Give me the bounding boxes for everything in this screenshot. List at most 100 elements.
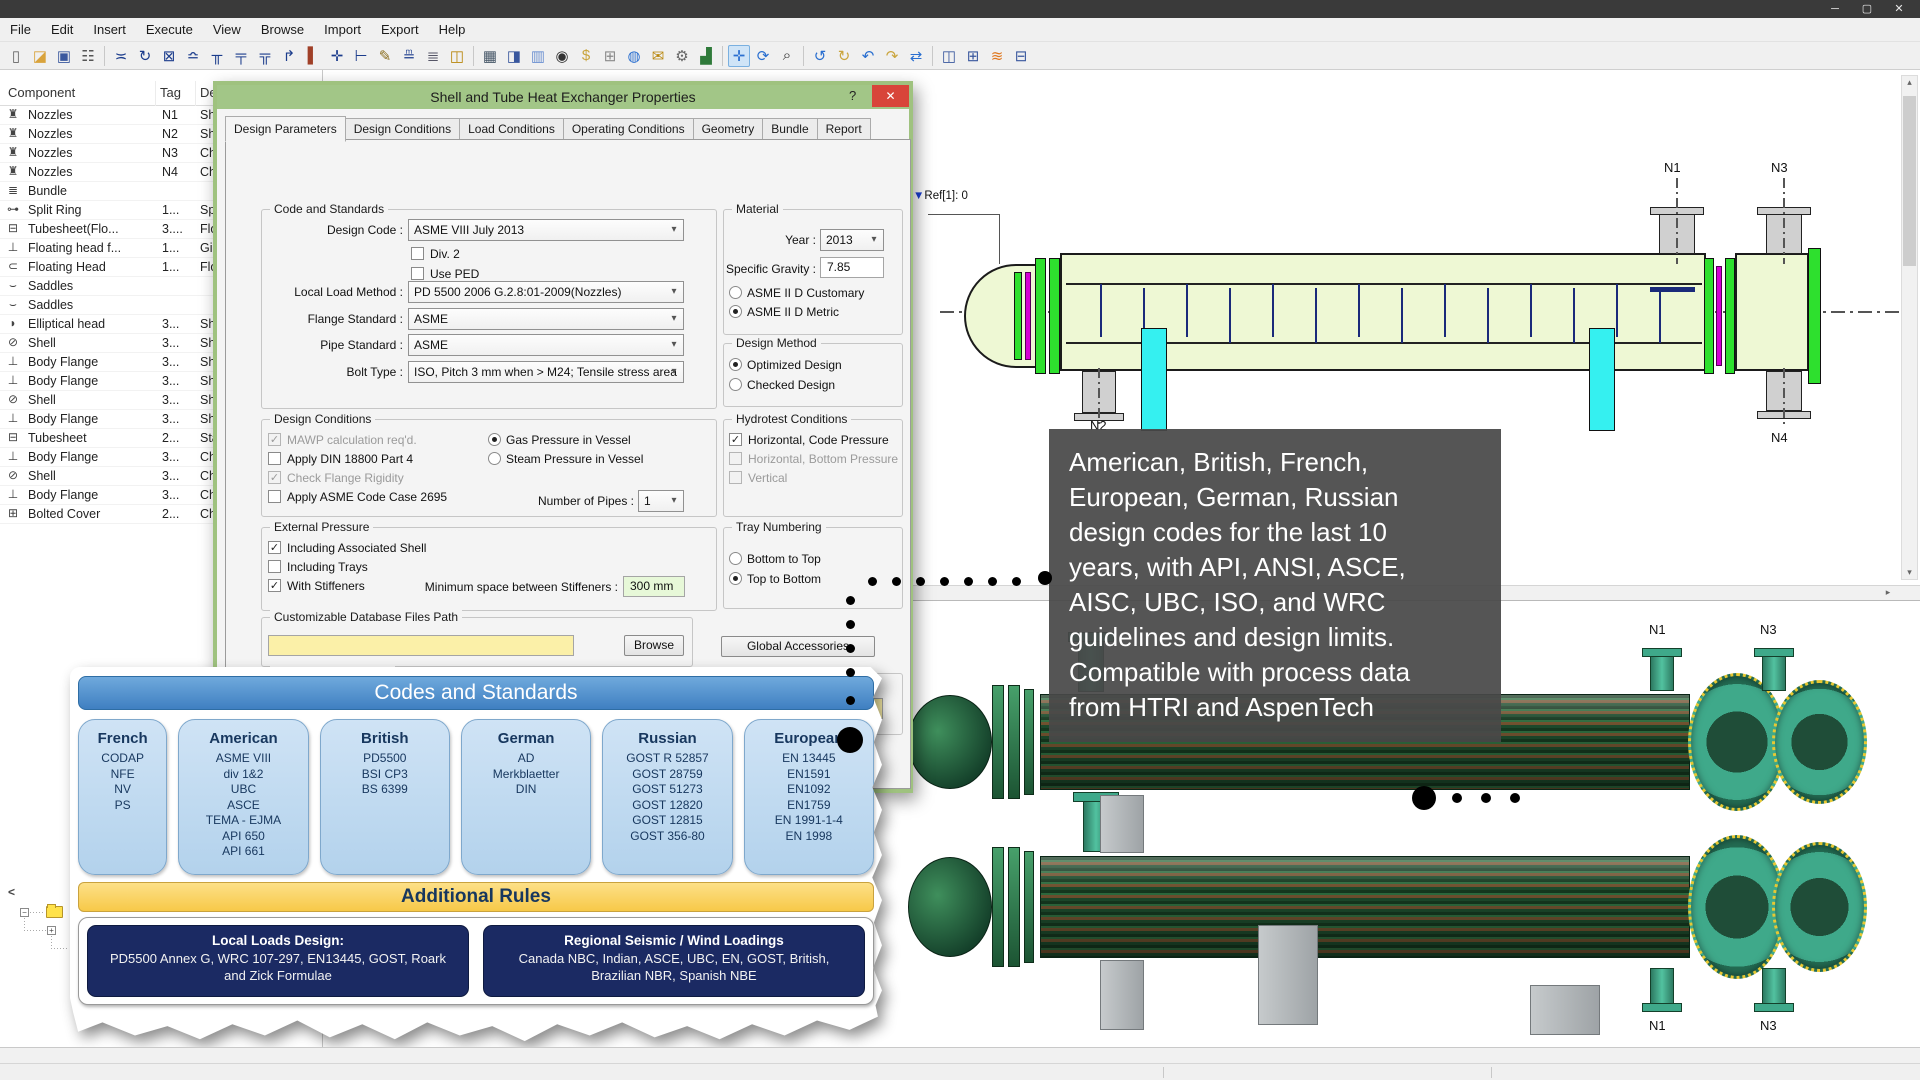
beam-tool-icon[interactable]: ≞ bbox=[398, 45, 420, 67]
menu-browse[interactable]: Browse bbox=[251, 18, 314, 41]
cost-tool-icon[interactable]: $ bbox=[575, 45, 597, 67]
datasheet-view-icon[interactable]: ◨ bbox=[503, 45, 525, 67]
column-tag[interactable]: Tag bbox=[160, 85, 181, 100]
rigid-checkbox[interactable]: ✓ bbox=[268, 471, 281, 484]
mawp-checkbox[interactable]: ✓ bbox=[268, 433, 281, 446]
refresh-view-icon[interactable]: ⟳ bbox=[752, 45, 774, 67]
menu-execute[interactable]: Execute bbox=[136, 18, 203, 41]
open-folder-icon[interactable]: ◪ bbox=[29, 45, 51, 67]
metric-radio[interactable] bbox=[729, 305, 742, 318]
dbpath-field[interactable] bbox=[268, 635, 574, 656]
dimension-tool-icon[interactable]: ⊢ bbox=[350, 45, 372, 67]
hydro-vert-checkbox[interactable] bbox=[729, 471, 742, 484]
stack-tool-icon[interactable]: ▌ bbox=[302, 45, 324, 67]
scroll-up-icon[interactable]: ▴ bbox=[1902, 77, 1917, 88]
gas-radio[interactable] bbox=[488, 433, 501, 446]
redo-icon[interactable]: ↻ bbox=[833, 45, 855, 67]
tree-collapse-icon[interactable]: − bbox=[20, 908, 29, 917]
print-icon[interactable]: ☷ bbox=[77, 45, 99, 67]
b2t-radio[interactable] bbox=[729, 552, 742, 565]
undo-icon[interactable]: ↺ bbox=[809, 45, 831, 67]
tree-scroll-left-icon[interactable]: < bbox=[8, 885, 15, 899]
t2b-radio[interactable] bbox=[729, 572, 742, 585]
tab-bundle[interactable]: Bundle bbox=[763, 118, 817, 140]
notes-tool-icon[interactable]: ✎ bbox=[374, 45, 396, 67]
hydro-code-checkbox[interactable]: ✓ bbox=[729, 433, 742, 446]
mail-icon[interactable]: ✉ bbox=[647, 45, 669, 67]
table-view-icon[interactable]: ▦ bbox=[479, 45, 501, 67]
column-component[interactable]: Component bbox=[8, 85, 75, 100]
menu-edit[interactable]: Edit bbox=[41, 18, 83, 41]
menu-view[interactable]: View bbox=[203, 18, 251, 41]
split-table-icon[interactable]: ◫ bbox=[938, 45, 960, 67]
copy-tool-icon[interactable]: ⊞ bbox=[599, 45, 621, 67]
minimize-button-icon[interactable]: ─ bbox=[1820, 0, 1850, 18]
rss-feed-icon[interactable]: ≋ bbox=[986, 45, 1008, 67]
cust-radio[interactable] bbox=[729, 286, 742, 299]
weld-tool-icon[interactable]: ≍ bbox=[110, 45, 132, 67]
pan-tool-icon[interactable]: ✛ bbox=[728, 45, 750, 67]
tree-expand-icon[interactable]: + bbox=[47, 926, 56, 935]
export-table-icon[interactable]: ⊟ bbox=[1010, 45, 1032, 67]
bolt-type-select[interactable]: ISO, Pitch 3 mm when > M24; Tensile stre… bbox=[408, 361, 684, 383]
inc-trays-checkbox[interactable] bbox=[268, 560, 281, 573]
help-web-icon[interactable]: ◍ bbox=[623, 45, 645, 67]
sync-icon[interactable]: ⇄ bbox=[905, 45, 927, 67]
cc2695-checkbox[interactable] bbox=[268, 490, 281, 503]
preview-eye-icon[interactable]: ◉ bbox=[551, 45, 573, 67]
tab-load-conditions[interactable]: Load Conditions bbox=[460, 118, 564, 140]
vertical-scrollbar[interactable]: ▴ ▾ bbox=[1901, 75, 1918, 580]
stiffeners-checkbox[interactable]: ✓ bbox=[268, 579, 281, 592]
chart-icon[interactable]: ▟ bbox=[695, 45, 717, 67]
design-code-select[interactable]: ASME VIII July 2013▾ bbox=[408, 219, 684, 241]
bottom-scrollbar[interactable] bbox=[0, 1047, 1920, 1063]
list-tool-icon[interactable]: ≣ bbox=[422, 45, 444, 67]
undo-all-icon[interactable]: ↶ bbox=[857, 45, 879, 67]
nozzle-tool-icon[interactable]: ╤ bbox=[230, 45, 252, 67]
tab-report[interactable]: Report bbox=[818, 118, 871, 140]
rotate-tool-icon[interactable]: ↻ bbox=[134, 45, 156, 67]
menu-export[interactable]: Export bbox=[371, 18, 429, 41]
menu-file[interactable]: File bbox=[0, 18, 41, 41]
menu-insert[interactable]: Insert bbox=[83, 18, 136, 41]
save-icon[interactable]: ▣ bbox=[53, 45, 75, 67]
scroll-down-icon[interactable]: ▾ bbox=[1902, 567, 1917, 578]
search-icon[interactable]: ⌕ bbox=[776, 45, 798, 67]
year-select[interactable]: 2013▾ bbox=[820, 229, 884, 251]
pipe-std-select[interactable]: ASME▾ bbox=[408, 334, 684, 356]
close-button-icon[interactable]: ✕ bbox=[1884, 0, 1914, 18]
steam-radio[interactable] bbox=[488, 452, 501, 465]
opt-radio[interactable] bbox=[729, 358, 742, 371]
din-checkbox[interactable] bbox=[268, 452, 281, 465]
folder-icon[interactable] bbox=[46, 906, 63, 918]
sg-field[interactable]: 7.85 bbox=[820, 257, 884, 278]
form-view-icon[interactable]: ▥ bbox=[527, 45, 549, 67]
browse-button[interactable]: Browse bbox=[624, 635, 684, 656]
tab-geometry[interactable]: Geometry bbox=[694, 118, 764, 140]
tab-design-conditions[interactable]: Design Conditions bbox=[346, 118, 460, 140]
tab-operating-conditions[interactable]: Operating Conditions bbox=[564, 118, 694, 140]
scrollbar-thumb[interactable] bbox=[1903, 96, 1916, 266]
maximize-button-icon[interactable]: ▢ bbox=[1852, 0, 1882, 18]
new-file-icon[interactable]: ▯ bbox=[5, 45, 27, 67]
chk-radio[interactable] bbox=[729, 378, 742, 391]
flange-std-select[interactable]: ASME▾ bbox=[408, 308, 684, 330]
redo-all-icon[interactable]: ↷ bbox=[881, 45, 903, 67]
flange-tool-icon[interactable]: ╦ bbox=[254, 45, 276, 67]
local-load-select[interactable]: PD 5500 2006 G.2.8:01-2009(Nozzles)▾ bbox=[408, 281, 684, 303]
dialog-close-icon[interactable]: ✕ bbox=[872, 85, 909, 107]
ped-checkbox[interactable] bbox=[411, 267, 424, 280]
merge-table-icon[interactable]: ⊞ bbox=[962, 45, 984, 67]
layout-tool-icon[interactable]: ◫ bbox=[446, 45, 468, 67]
div2-checkbox[interactable] bbox=[411, 247, 424, 260]
pipes-select[interactable]: 1▾ bbox=[638, 490, 684, 512]
inc-shell-checkbox[interactable]: ✓ bbox=[268, 541, 281, 554]
stiff-field[interactable]: 300 mm bbox=[623, 576, 685, 597]
tab-design-parameters[interactable]: Design Parameters bbox=[225, 116, 346, 142]
move-tool-icon[interactable]: ✛ bbox=[326, 45, 348, 67]
help-icon[interactable]: ? bbox=[849, 88, 856, 103]
menu-help[interactable]: Help bbox=[429, 18, 476, 41]
column-tool-icon[interactable]: ╥ bbox=[206, 45, 228, 67]
menu-import[interactable]: Import bbox=[314, 18, 371, 41]
hydro-bottom-checkbox[interactable] bbox=[729, 452, 742, 465]
